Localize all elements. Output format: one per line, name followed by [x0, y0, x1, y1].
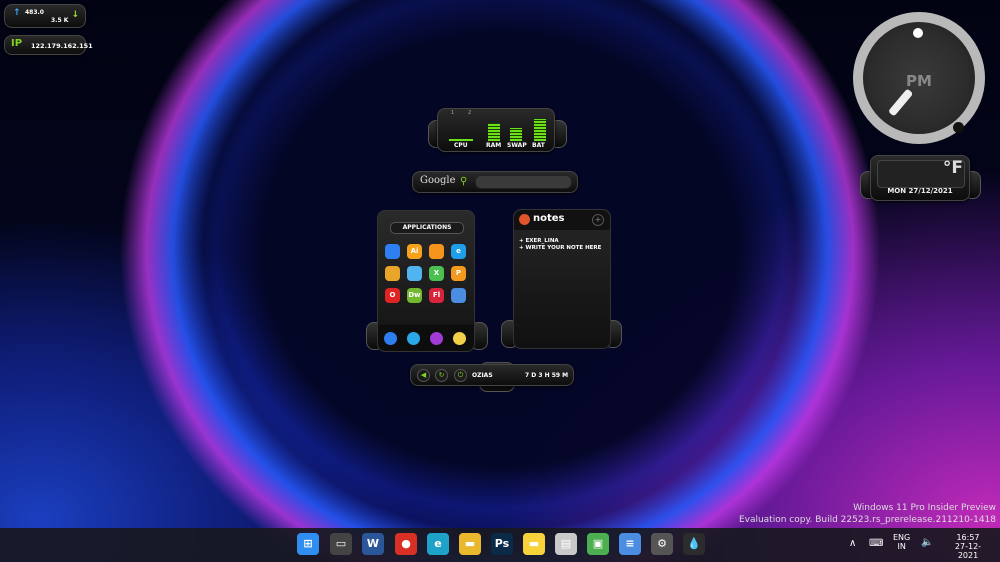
- keyboard-icon[interactable]: ⌨: [869, 538, 883, 549]
- notes-logo-icon: [519, 214, 530, 225]
- weather-widget[interactable]: °F MON 27/12/2021: [870, 155, 970, 201]
- taskbar-sticky-notes-icon[interactable]: ▬: [523, 533, 545, 555]
- back-icon[interactable]: ◀: [417, 369, 430, 382]
- notes-app-icon[interactable]: [453, 332, 466, 345]
- clock-ampm: PM: [906, 72, 932, 90]
- arrow-up-icon: ↑: [13, 8, 21, 18]
- notes-header: notes +: [514, 210, 610, 230]
- dreamweaver-icon[interactable]: Dw: [407, 288, 422, 303]
- watermark-line-2: Evaluation copy. Build 22523.rs_prerelea…: [738, 515, 996, 525]
- meter-bar-ram: [488, 123, 500, 141]
- language-indicator[interactable]: ENG IN: [893, 533, 910, 551]
- taskbar-file-explorer-icon[interactable]: ▬: [459, 533, 481, 555]
- notes-widget[interactable]: notes + + EXER_LINA + WRITE YOUR NOTE HE…: [513, 209, 611, 349]
- clock-hand: [887, 88, 914, 117]
- network-widget: ↑ 483.0 3.5 K ↓: [4, 4, 86, 28]
- analog-clock[interactable]: PM: [853, 12, 985, 144]
- taskbar-edge-icon[interactable]: e: [427, 533, 449, 555]
- download-speed: 3.5 K: [51, 17, 69, 24]
- gamepad-icon[interactable]: [430, 332, 443, 345]
- notes-title: notes: [533, 213, 565, 224]
- meter-bars: [446, 117, 546, 141]
- temperature-unit: °F: [942, 158, 963, 178]
- taskbar-settings-icon[interactable]: ⚙: [651, 533, 673, 555]
- weather-date: MON 27/12/2021: [887, 187, 953, 195]
- taskbar-start-icon[interactable]: ⊞: [297, 533, 319, 555]
- power-widget: ◀ ↻ ⏻ OZIAS 7 D 3 H 59 M: [410, 364, 574, 386]
- clock-marker: [913, 28, 923, 38]
- language-code: ENG: [893, 533, 911, 542]
- twitter-icon[interactable]: [407, 266, 422, 281]
- search-input[interactable]: [475, 175, 572, 189]
- arrow-down-icon: ↓: [71, 10, 79, 20]
- core-1-label: 1: [451, 110, 455, 116]
- google-search-widget: Google ⚲: [412, 171, 578, 193]
- taskbar-notepad-icon[interactable]: ≡: [619, 533, 641, 555]
- upload-speed: 483.0: [25, 9, 44, 16]
- ip-address: 122.179.162.151: [31, 42, 93, 50]
- powerpoint-icon[interactable]: P: [451, 266, 466, 281]
- system-meter-widget: 1 2 CPU RAM SWAP BAT: [437, 108, 555, 152]
- ie-icon[interactable]: e: [451, 244, 466, 259]
- region-code: IN: [897, 542, 906, 551]
- ip-widget: IP 122.179.162.151: [4, 35, 93, 55]
- search-icon[interactable]: ⚲: [460, 176, 467, 187]
- power-icon[interactable]: ⏻: [454, 369, 467, 382]
- meter-bar-swap: [510, 128, 522, 141]
- uptime: 7 D 3 H 59 M: [525, 372, 569, 379]
- messenger-icon[interactable]: [385, 244, 400, 259]
- taskbar-date: 27-12-2021: [954, 542, 982, 560]
- chrome-icon[interactable]: [385, 266, 400, 281]
- taskbar-tool-icon[interactable]: ▤: [555, 533, 577, 555]
- google-label: Google: [420, 175, 456, 186]
- taskbar-time: 16:57: [956, 533, 980, 542]
- windows-watermark: Windows 11 Pro Insider Preview Evaluatio…: [739, 502, 996, 526]
- meter-bar-bat: [534, 119, 546, 141]
- taskbar-droplet-icon[interactable]: 💧: [683, 533, 705, 555]
- meter-bar-cpu: [449, 139, 473, 141]
- taskbar-word-icon[interactable]: W: [362, 533, 384, 555]
- finder-icon[interactable]: [384, 332, 397, 345]
- opera-icon[interactable]: O: [385, 288, 400, 303]
- taskbar-photoshop-icon[interactable]: Ps: [491, 533, 513, 555]
- applications-widget: APPLICATIONS Ai e X P O Dw Fl: [377, 210, 475, 352]
- applications-dock: [378, 325, 474, 351]
- globe-icon[interactable]: [407, 332, 420, 345]
- illustrator-icon[interactable]: Ai: [407, 244, 422, 259]
- chevron-up-icon[interactable]: ∧: [849, 538, 856, 549]
- ip-label: IP: [11, 38, 23, 49]
- speaker-icon[interactable]: 🔈: [921, 537, 933, 548]
- watermark-line-1: Windows 11 Pro Insider Preview: [853, 503, 996, 513]
- meter-label-cpu: CPU: [454, 142, 468, 149]
- fireworks-icon[interactable]: Fl: [429, 288, 444, 303]
- firefox-icon[interactable]: [429, 244, 444, 259]
- taskbar-clock[interactable]: 16:57 27-12-2021: [946, 533, 990, 560]
- user-name: OZIAS: [472, 372, 493, 379]
- clock-knob: [953, 122, 964, 133]
- note-line[interactable]: + WRITE YOUR NOTE HERE: [519, 245, 601, 251]
- note-line[interactable]: + EXER_LINA: [519, 238, 559, 244]
- meter-label-bat: BAT: [532, 142, 545, 149]
- applications-title: APPLICATIONS: [390, 222, 464, 234]
- meter-label-ram: RAM: [486, 142, 502, 149]
- meter-label-swap: SWAP: [507, 142, 527, 149]
- add-note-icon[interactable]: +: [592, 214, 604, 226]
- taskbar-image-editor-icon[interactable]: ▣: [587, 533, 609, 555]
- restart-icon[interactable]: ↻: [435, 369, 448, 382]
- excel-icon[interactable]: X: [429, 266, 444, 281]
- taskbar-chrome-icon[interactable]: ●: [395, 533, 417, 555]
- taskbar: ⊞ ▭ W ● e ▬ Ps ▬ ▤ ▣ ≡ ⚙ 💧 ∧ ⌨ ENG IN 🔈 16:57 27-12-…: [0, 528, 1000, 562]
- disk-icon[interactable]: [451, 288, 466, 303]
- core-2-label: 2: [468, 110, 472, 116]
- taskbar-task-view-icon[interactable]: ▭: [330, 533, 352, 555]
